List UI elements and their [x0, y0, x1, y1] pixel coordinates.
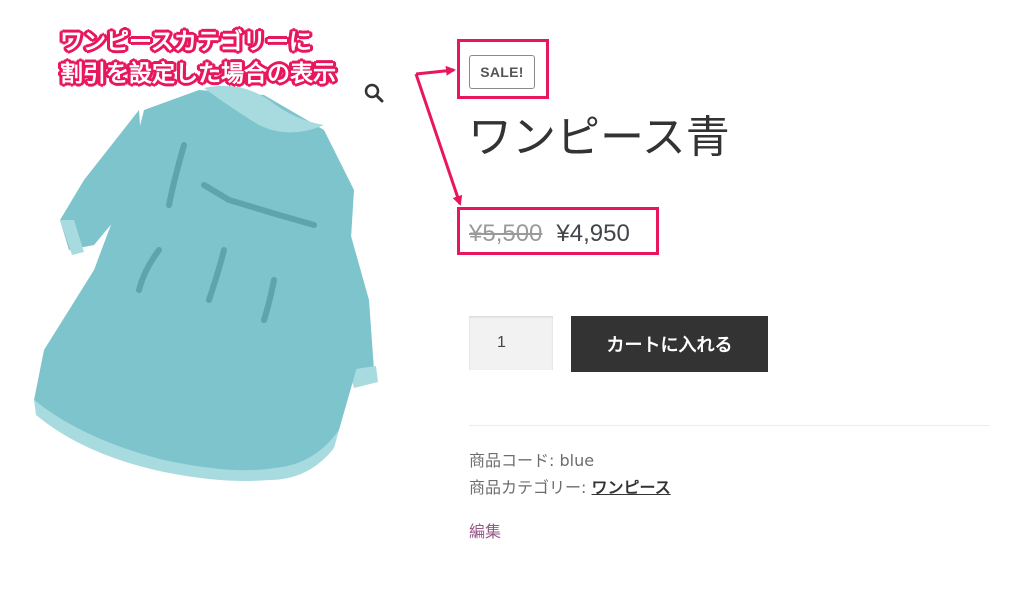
annotation-line-1: ワンピースカテゴリーに: [60, 29, 312, 55]
edit-link[interactable]: 編集: [469, 518, 501, 542]
product-title: ワンピース青: [468, 112, 730, 163]
sku-value: blue: [559, 451, 595, 470]
arrow-to-sale-badge: [415, 65, 456, 76]
quantity-input[interactable]: [469, 316, 553, 370]
category-label: 商品カテゴリー:: [469, 478, 587, 497]
dress-illustration: [34, 85, 378, 481]
product-sku: 商品コード: blue: [469, 447, 594, 471]
sku-label: 商品コード:: [469, 451, 555, 470]
annotation-callout: ワンピースカテゴリーに 割引を設定した場合の表示: [60, 26, 336, 90]
divider: [469, 425, 990, 426]
price-highlight-box: [457, 207, 659, 255]
category-link[interactable]: ワンピース: [592, 478, 671, 497]
arrow-to-price: [414, 73, 463, 206]
annotation-line-2: 割引を設定した場合の表示: [60, 61, 336, 87]
product-image[interactable]: [24, 70, 404, 490]
product-category: 商品カテゴリー: ワンピース: [469, 474, 671, 498]
sale-highlight-box: [457, 39, 549, 99]
product-page: ワンピースカテゴリーに 割引を設定した場合の表示 SALE! ワンピース青 ¥5…: [0, 0, 1012, 606]
magnifier-icon: [364, 83, 384, 103]
zoom-button[interactable]: [354, 78, 394, 108]
add-to-cart-button[interactable]: カートに入れる: [571, 316, 768, 372]
